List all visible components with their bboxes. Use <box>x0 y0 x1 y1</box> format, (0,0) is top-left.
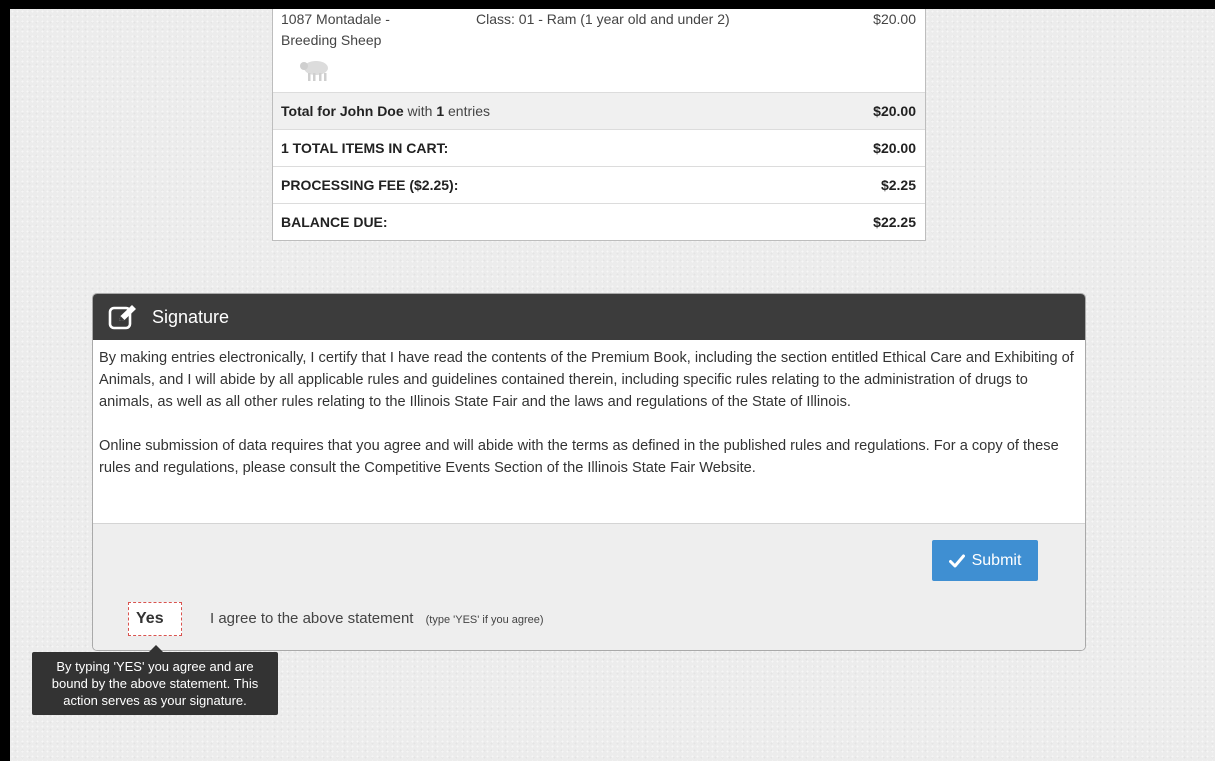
total-prefix: Total for <box>281 103 336 119</box>
tooltip-arrow <box>149 645 163 652</box>
edit-icon <box>108 305 136 330</box>
agree-input[interactable] <box>128 602 182 636</box>
balance-due-label: BALANCE DUE: <box>281 214 388 230</box>
balance-due-amount: $22.25 <box>873 214 916 230</box>
submit-button[interactable]: Submit <box>932 540 1038 581</box>
items-in-cart-label: 1 TOTAL ITEMS IN CART: <box>281 140 449 156</box>
agree-hint: (type 'YES' if you agree) <box>425 614 544 626</box>
entry-count: 1 <box>436 103 445 119</box>
balance-due-row: BALANCE DUE: $22.25 <box>273 204 925 240</box>
exhibitor-name: John Doe <box>339 103 404 119</box>
submit-label: Submit <box>971 551 1022 569</box>
exhibitor-total-label: Total for John Doe with 1 entries <box>281 103 490 119</box>
item-price: $20.00 <box>873 11 916 27</box>
items-in-cart-row: 1 TOTAL ITEMS IN CART: $20.00 <box>273 130 925 167</box>
check-icon <box>948 554 965 567</box>
statement-paragraph-2: Online submission of data requires that … <box>99 438 1059 476</box>
processing-fee-label: PROCESSING FEE ($2.25): <box>281 177 459 193</box>
processing-fee-amount: $2.25 <box>880 177 916 193</box>
signature-statement: By making entries electronically, I cert… <box>93 340 1085 523</box>
sheep-icon <box>300 61 328 81</box>
exhibitor-total-row: Total for John Doe with 1 entries $20.00 <box>273 93 925 130</box>
signature-header: Signature <box>93 294 1085 340</box>
total-with: with <box>407 103 433 119</box>
item-class: Class: 01 - Ram (1 year old and under 2) <box>476 11 730 27</box>
agree-label-text: I agree to the above statement <box>210 610 414 627</box>
signature-tooltip: By typing 'YES' you agree and are bound … <box>32 652 278 715</box>
total-suffix: entries <box>448 103 491 119</box>
signature-panel: Signature By making entries electronical… <box>92 293 1086 651</box>
exhibitor-total-amount: $20.00 <box>873 103 916 119</box>
statement-paragraph-1: By making entries electronically, I cert… <box>99 350 1074 410</box>
agree-label: I agree to the above statement (type 'YE… <box>210 610 544 627</box>
item-name: 1087 Montadale - Breeding Sheep <box>281 11 390 48</box>
page-viewport: 1087 Montadale - Breeding Sheep Class: 0… <box>10 9 1215 761</box>
items-in-cart-amount: $20.00 <box>873 140 916 156</box>
cart-item-row: 1087 Montadale - Breeding Sheep Class: 0… <box>273 9 925 93</box>
processing-fee-row: PROCESSING FEE ($2.25): $2.25 <box>273 167 925 204</box>
signature-title: Signature <box>152 306 230 327</box>
cart-table: 1087 Montadale - Breeding Sheep Class: 0… <box>272 9 926 241</box>
signature-footer: Submit I agree to the above statement (t… <box>93 523 1085 650</box>
